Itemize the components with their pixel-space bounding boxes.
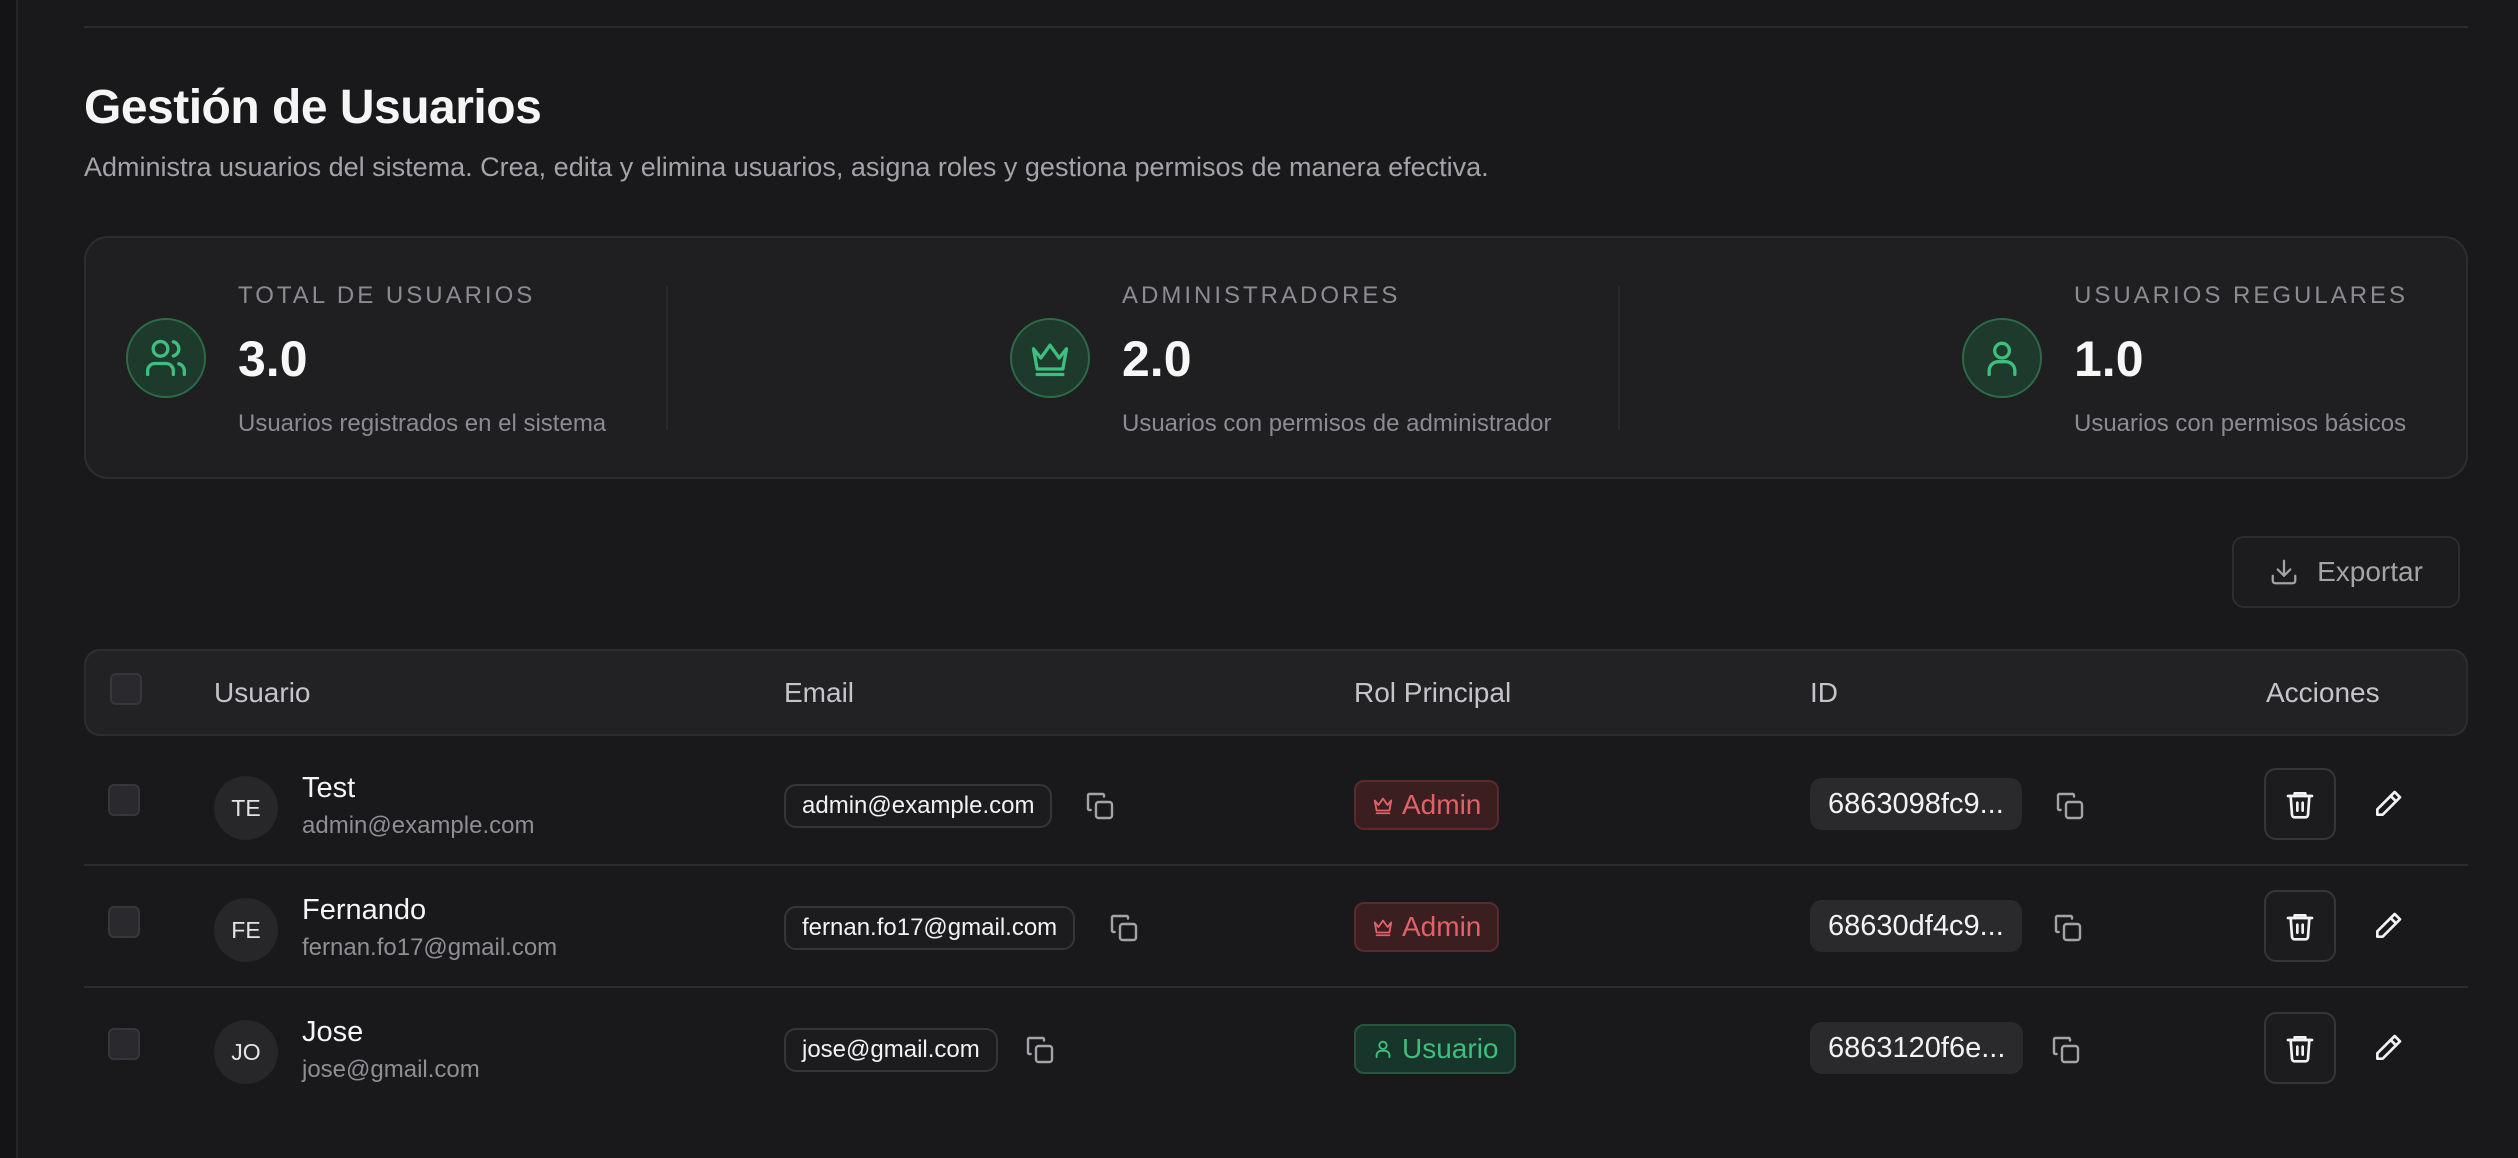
edit-button[interactable] [2352, 890, 2424, 962]
stats-card: TOTAL DE USUARIOS 3.0 Usuarios registrad… [84, 236, 2468, 479]
left-rail [0, 0, 18, 1158]
avatar: FE [214, 898, 278, 962]
row-checkbox[interactable] [108, 784, 140, 816]
delete-button[interactable] [2264, 890, 2336, 962]
column-header-id[interactable]: ID [1810, 677, 1838, 709]
stat-description: Usuarios con permisos de administrador [1122, 410, 1552, 437]
delete-button[interactable] [2264, 1012, 2336, 1084]
copy-id-icon[interactable] [2052, 912, 2084, 944]
top-divider [84, 26, 2468, 28]
user-name: Jose [302, 1016, 364, 1048]
download-icon [2271, 559, 2297, 585]
crown-icon [1010, 318, 1090, 398]
row-checkbox[interactable] [108, 906, 140, 938]
id-pill: 6863120f6e... [1810, 1022, 2024, 1074]
user-name: Fernando [302, 894, 427, 926]
crown-icon [1373, 797, 1393, 815]
pencil-icon [2376, 912, 2402, 938]
pencil-icon [2376, 790, 2402, 816]
edit-button[interactable] [2352, 1012, 2424, 1084]
id-pill: 6863098fc9... [1810, 778, 2022, 830]
copy-id-icon[interactable] [2050, 1034, 2082, 1066]
column-header-email[interactable]: Email [784, 677, 854, 709]
table-row: JO Jose jose@gmail.com jose@gmail.com Us… [84, 986, 2468, 1108]
email-pill: jose@gmail.com [784, 1028, 998, 1072]
user-email: admin@example.com [302, 812, 535, 839]
stat-divider [1618, 286, 1620, 430]
user-email: jose@gmail.com [302, 1056, 480, 1083]
user-name: Test [302, 772, 356, 804]
avatar: JO [214, 1020, 278, 1084]
stat-label: TOTAL DE USUARIOS [238, 282, 536, 309]
role-badge: Usuario [1354, 1024, 1517, 1074]
role-label: Usuario [1402, 1033, 1499, 1064]
copy-email-icon[interactable] [1024, 1034, 1056, 1066]
role-badge: Admin [1354, 780, 1500, 830]
trash-icon [2286, 1036, 2314, 1063]
stat-divider [666, 286, 668, 430]
stat-value: 2.0 [1122, 331, 1192, 387]
trash-icon [2286, 914, 2314, 941]
column-header-actions: Acciones [2266, 677, 2380, 708]
stat-label: USUARIOS REGULARES [2074, 282, 2409, 309]
email-pill: fernan.fo17@gmail.com [784, 906, 1076, 950]
copy-email-icon[interactable] [1108, 912, 1140, 944]
stat-value: 1.0 [2074, 331, 2144, 387]
stat-description: Usuarios con permisos básicos [2074, 410, 2407, 437]
page-title: Gestión de Usuarios [84, 81, 542, 134]
avatar: TE [214, 776, 278, 840]
stat-description: Usuarios registrados en el sistema [238, 410, 607, 437]
table-header: Usuario Email Rol Principal ID Acciones [84, 649, 2468, 736]
delete-button[interactable] [2264, 768, 2336, 840]
copy-id-icon[interactable] [2054, 790, 2086, 822]
export-label: Exportar [2317, 556, 2423, 587]
table-row: FE Fernando fernan.fo17@gmail.com fernan… [84, 864, 2468, 986]
user-icon [1375, 1040, 1391, 1059]
page-subtitle: Administra usuarios del sistema. Crea, e… [84, 152, 1489, 182]
email-pill: admin@example.com [784, 784, 1053, 828]
row-checkbox[interactable] [108, 1028, 140, 1060]
column-header-role[interactable]: Rol Principal [1354, 677, 1511, 709]
user-email: fernan.fo17@gmail.com [302, 934, 558, 961]
role-label: Admin [1402, 911, 1482, 942]
table-row: TE Test admin@example.com admin@example.… [84, 742, 2468, 864]
edit-button[interactable] [2352, 768, 2424, 840]
export-button[interactable]: Exportar [2232, 536, 2460, 608]
pencil-icon [2376, 1034, 2402, 1060]
crown-icon [1373, 919, 1393, 937]
column-header-user[interactable]: Usuario [214, 677, 310, 709]
copy-email-icon[interactable] [1084, 790, 1116, 822]
trash-icon [2286, 792, 2314, 819]
id-pill: 68630df4c9... [1810, 900, 2022, 952]
role-label: Admin [1402, 789, 1482, 820]
select-all-checkbox[interactable] [110, 673, 142, 705]
users-icon [126, 318, 206, 398]
user-icon [1962, 318, 2042, 398]
role-badge: Admin [1354, 902, 1500, 952]
stat-label: ADMINISTRADORES [1122, 282, 1401, 309]
stat-value: 3.0 [238, 331, 308, 387]
